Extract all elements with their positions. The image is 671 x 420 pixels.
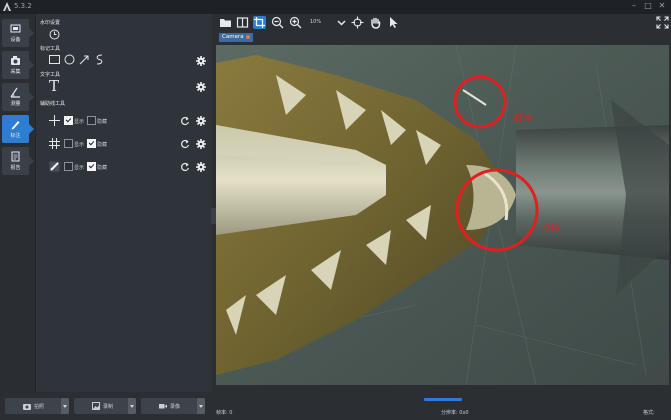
horizontal-scrollbar[interactable] <box>216 385 669 402</box>
nav-report-label: 报告 <box>10 165 21 171</box>
microscope-image <box>216 45 669 385</box>
record-dropdown-button[interactable] <box>128 398 136 414</box>
annotation-label-1[interactable]: 脏污 <box>514 111 532 124</box>
nav-annotate-button[interactable]: 标注 <box>2 115 34 143</box>
zoom-in-icon[interactable] <box>289 16 302 29</box>
nav-report-button[interactable]: 报告 <box>2 147 34 175</box>
maximize-button[interactable]: □ <box>642 1 654 10</box>
guide-crosshair-hide-checkbox[interactable] <box>87 116 96 125</box>
zoom-out-icon[interactable] <box>271 16 284 29</box>
report-icon <box>11 151 20 162</box>
zoom-level: 10% <box>310 19 322 25</box>
mark-tools-title: 标记工具 <box>40 46 61 52</box>
crop-icon[interactable] <box>253 16 266 29</box>
arrow-icon[interactable] <box>79 54 90 65</box>
camera-view[interactable]: 脏污 崩边 <box>216 45 669 385</box>
guide-grid-show-label: 显示 <box>74 142 85 148</box>
close-button[interactable]: ✕ <box>656 1 668 10</box>
zoom-dropdown-chevron-down-icon[interactable] <box>335 16 348 29</box>
guide-ruler-show-label: 显示 <box>74 165 85 171</box>
video-button-label: 录像 <box>170 404 181 410</box>
camera-icon <box>23 404 31 410</box>
watermark-section-title: 水印设置 <box>40 20 61 26</box>
record-button[interactable]: 录制 <box>74 398 136 414</box>
nav-device-label: 设备 <box>10 37 21 43</box>
measure-icon <box>10 87 20 98</box>
guide-ruler-gear-icon[interactable] <box>196 162 206 172</box>
app-version: 5.3.2 <box>14 2 32 10</box>
pen-icon <box>11 121 20 130</box>
circle-icon[interactable] <box>64 54 75 65</box>
guide-grid-show-checkbox[interactable] <box>64 139 73 148</box>
nav-annotate-label: 标注 <box>10 133 21 139</box>
status-format: 格式: <box>643 410 655 416</box>
annotation-label-2[interactable]: 崩边 <box>542 221 560 234</box>
viewer-toolbar: 10% <box>216 14 671 32</box>
tab-close-icon[interactable] <box>245 34 250 39</box>
guide-crosshair-refresh-icon[interactable] <box>180 116 190 126</box>
text-settings-gear-icon[interactable] <box>196 82 206 92</box>
app-logo-icon <box>3 2 11 11</box>
status-bar: 帧率: 0 分辨率: 0x0 格式: <box>211 404 671 420</box>
photo-button-label: 拍照 <box>34 404 45 410</box>
left-nav: 设备 采集 测量 标注 报告 <box>0 14 34 402</box>
guide-grid-hide-label: 隐藏 <box>97 142 108 148</box>
guide-ruler-show-checkbox[interactable] <box>64 162 73 171</box>
image-icon <box>92 402 100 410</box>
status-resolution: 分辨率: 0x0 <box>441 410 469 416</box>
nav-measure-button[interactable]: 测量 <box>2 83 34 111</box>
video-dropdown-button[interactable] <box>197 398 205 414</box>
clock-icon[interactable] <box>49 29 60 40</box>
guide-ruler-hide-checkbox[interactable] <box>87 162 96 171</box>
guide-crosshair-gear-icon[interactable] <box>196 116 206 126</box>
tab-camera-label: Camera <box>222 34 244 40</box>
minimize-button[interactable]: – <box>628 1 640 10</box>
photo-button[interactable]: 拍照 <box>5 398 69 414</box>
tab-row: Camera <box>216 32 671 43</box>
nav-capture-button[interactable]: 采集 <box>2 51 34 79</box>
capture-actions-bar: 拍照 录制 录像 <box>0 392 211 420</box>
nav-capture-label: 采集 <box>10 69 21 75</box>
guide-ruler-refresh-icon[interactable] <box>180 162 190 172</box>
guide-crosshair-show-label: 显示 <box>74 119 85 125</box>
record-button-label: 录制 <box>103 404 114 410</box>
open-folder-icon[interactable] <box>219 16 232 29</box>
mark-settings-gear-icon[interactable] <box>196 56 206 66</box>
text-tool-icon[interactable]: T <box>49 77 59 95</box>
split-view-icon[interactable] <box>236 16 249 29</box>
status-frame-rate: 帧率: 0 <box>216 410 233 416</box>
photo-dropdown-button[interactable] <box>61 398 69 414</box>
title-bar: 5.3.2 – □ ✕ <box>0 0 671 14</box>
guide-crosshair-hide-label: 隐藏 <box>97 119 108 125</box>
curve-icon[interactable] <box>94 54 105 65</box>
guide-grid-refresh-icon[interactable] <box>180 139 190 149</box>
camera-icon <box>11 56 20 65</box>
guide-tools-title: 辅助线工具 <box>40 101 66 107</box>
ruler-icon[interactable] <box>49 161 60 172</box>
guide-ruler-hide-label: 隐藏 <box>97 165 108 171</box>
video-button[interactable]: 录像 <box>141 398 205 414</box>
crosshair-icon[interactable] <box>49 115 60 126</box>
tab-camera[interactable]: Camera <box>219 33 253 42</box>
hand-pan-icon[interactable] <box>369 16 382 29</box>
scrollbar-thumb[interactable] <box>424 398 462 401</box>
tool-panel: 水印设置 标记工具 文字工具 T 辅助线工具 显示 隐藏 显示 隐藏 显示 隐藏 <box>35 14 212 392</box>
grid-icon[interactable] <box>49 138 60 149</box>
guide-crosshair-show-checkbox[interactable] <box>64 116 73 125</box>
fullscreen-icon[interactable] <box>656 16 669 29</box>
pointer-icon[interactable] <box>387 16 400 29</box>
guide-grid-hide-checkbox[interactable] <box>87 139 96 148</box>
crosshair-target-icon[interactable] <box>351 16 364 29</box>
rectangle-icon[interactable] <box>49 55 60 64</box>
device-icon <box>10 24 21 33</box>
nav-measure-label: 测量 <box>10 101 21 107</box>
video-icon <box>159 404 167 409</box>
guide-grid-gear-icon[interactable] <box>196 139 206 149</box>
nav-device-button[interactable]: 设备 <box>2 19 34 47</box>
